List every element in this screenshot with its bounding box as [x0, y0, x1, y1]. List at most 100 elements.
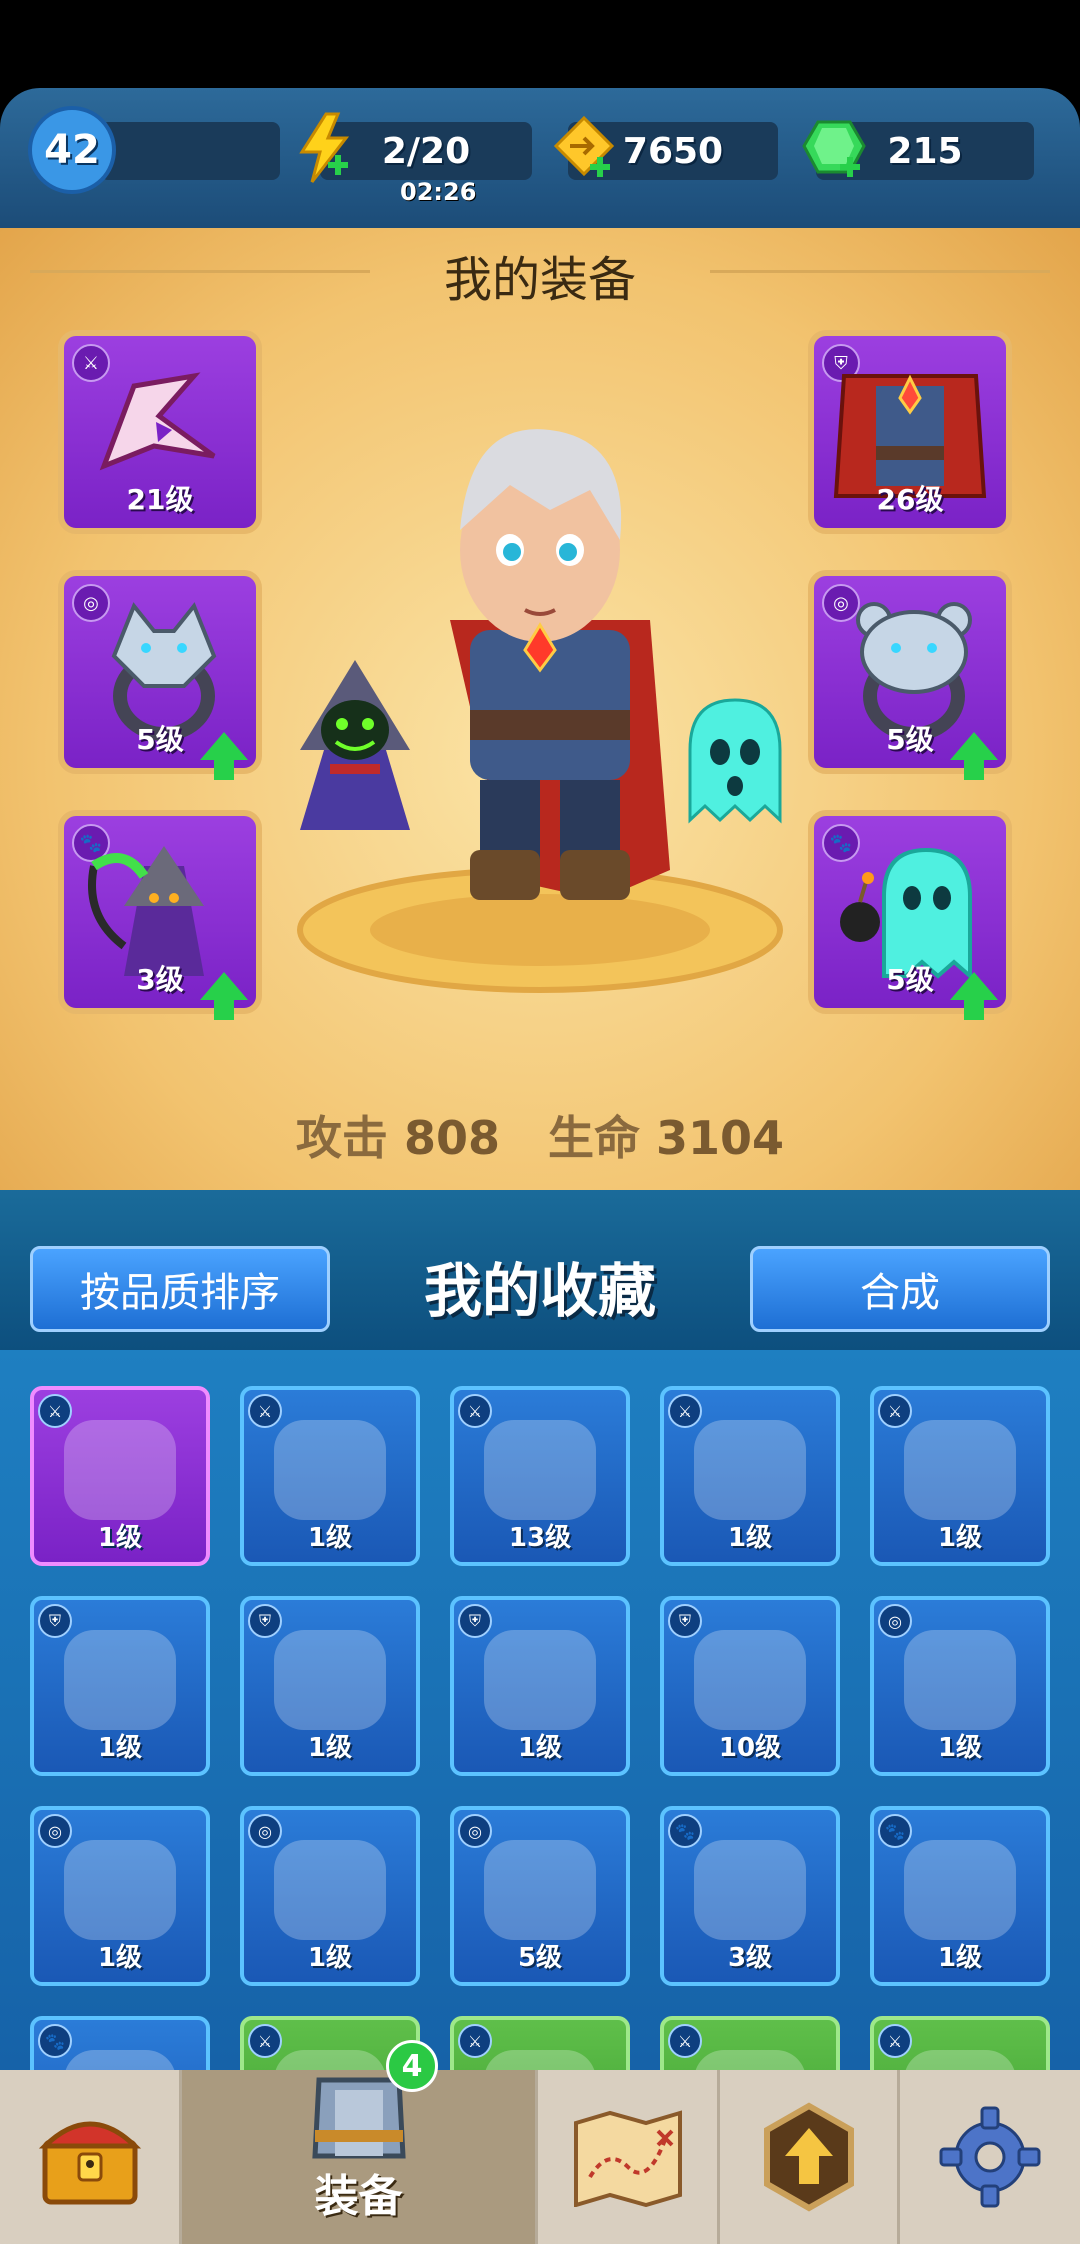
ring-type-icon: ◎: [38, 1814, 72, 1848]
xp-bar: [100, 122, 280, 180]
eagle-ring-icon: [64, 1840, 176, 1940]
nav-upgrade[interactable]: [720, 2070, 900, 2244]
item-level: 5级: [517, 1943, 563, 1973]
gem-value: 215: [887, 130, 963, 172]
collection-item[interactable]: ⚔ 1级: [240, 1386, 420, 1566]
bow-icon: [274, 1420, 386, 1520]
gold-coin-icon[interactable]: [552, 112, 616, 184]
item-level: 3级: [727, 1943, 773, 1973]
item-level: 13级: [508, 1523, 572, 1553]
collection-item[interactable]: ⚔: [450, 2016, 630, 2070]
armor-type-icon: ⛨: [458, 1604, 492, 1638]
item-level: 1级: [517, 1733, 563, 1763]
weapon-type-icon: ⚔: [668, 2024, 702, 2058]
collection-item[interactable]: ⛨ 1级: [450, 1596, 630, 1776]
gold-value: 7650: [622, 130, 724, 172]
upgrade-arrow-icon: [200, 972, 248, 1020]
armor-type-icon: ⛨: [38, 1604, 72, 1638]
energy-lightning-icon[interactable]: [292, 112, 356, 184]
weapon-type-icon: ⚔: [878, 2024, 912, 2058]
merge-button[interactable]: 合成: [750, 1246, 1050, 1332]
armor-type-icon: ⛨: [668, 1604, 702, 1638]
weapon-icon: [904, 2050, 1016, 2070]
hero-stats: 攻击 808 生命 3104: [0, 1102, 1080, 1168]
snake-ring-icon: [484, 1840, 596, 1940]
gold-armor-icon: [64, 1630, 176, 1730]
weapon-type-icon: ⚔: [248, 2024, 282, 2058]
pet-type-icon: 🐾: [878, 1814, 912, 1848]
equip-slot-ring-2[interactable]: ◎ 5级: [808, 570, 1012, 780]
collection-item[interactable]: 🐾: [30, 2016, 210, 2070]
collection-item[interactable]: ⛨ 10级: [660, 1596, 840, 1776]
equip-slot-pet-2[interactable]: 🐾 5级: [808, 810, 1012, 1020]
green-gem-icon[interactable]: [802, 112, 866, 184]
item-level: 1级: [937, 1943, 983, 1973]
weapon-type-icon: ⚔: [38, 1394, 72, 1428]
weapon-type-icon: ⚔: [458, 2024, 492, 2058]
equip-slot-ring[interactable]: ◎ 5级: [58, 570, 262, 780]
attack-value: 808: [403, 1111, 500, 1165]
map-icon: [573, 2110, 682, 2207]
collection-item[interactable]: ⚔ 1级: [660, 1386, 840, 1566]
collection-item[interactable]: ◎ 5级: [450, 1806, 630, 1986]
reaper-pet-companion: [300, 660, 410, 830]
equip-slot-weapon[interactable]: ⚔ 21级: [58, 330, 262, 534]
slot-level: 21级: [126, 483, 194, 516]
red-cape-armor-icon: [694, 1630, 806, 1730]
ghost-pet-companion: [688, 698, 782, 824]
ring-type-icon: ◎: [458, 1814, 492, 1848]
sword-icon: [694, 1420, 806, 1520]
collection-item[interactable]: ⚔: [870, 2016, 1050, 2070]
collection-item[interactable]: 🐾 1级: [870, 1806, 1050, 1986]
nav-equipment-label: 装备: [314, 2171, 403, 2222]
nav-equipment[interactable]: 装备: [182, 2070, 538, 2244]
weapon-type-icon: ⚔: [668, 1394, 702, 1428]
equipment-title: 我的装备: [443, 252, 636, 308]
nav-map[interactable]: [538, 2070, 720, 2244]
pet-icon: [64, 2050, 176, 2070]
weapon-type-icon: ⚔: [878, 1394, 912, 1428]
scythe-icon: [484, 1420, 596, 1520]
bottom-navbar: 装备: [0, 2070, 1080, 2244]
equip-slot-pet[interactable]: 🐾 3级: [58, 810, 262, 1020]
merge-button-label: 合成: [860, 1270, 940, 1316]
weapon-icon: [484, 2050, 596, 2070]
equip-slot-armor[interactable]: ⛨ 26级: [808, 330, 1012, 534]
collection-item[interactable]: ⚔ 1级: [30, 1386, 210, 1566]
item-level: 1级: [727, 1523, 773, 1553]
fairy-pet-icon: [694, 1840, 806, 1940]
player-level-badge[interactable]: 42: [28, 106, 116, 194]
hp-value: 3104: [656, 1111, 785, 1165]
item-level: 1级: [97, 1733, 143, 1763]
weapon-icon: [694, 2050, 806, 2070]
collection-item[interactable]: ◎ 1级: [30, 1806, 210, 1986]
gear-icon: [939, 2106, 1041, 2208]
nav-settings[interactable]: [900, 2070, 1080, 2244]
collection-item[interactable]: ⚔ 1级: [870, 1386, 1050, 1566]
nav-shop[interactable]: [0, 2070, 182, 2244]
upgrade-arrow-icon: [200, 732, 248, 780]
energy-value: 2/20: [381, 130, 471, 172]
collection-item[interactable]: ⚔: [660, 2016, 840, 2070]
collection-item[interactable]: 🐾 3级: [660, 1806, 840, 1986]
hp-label: 生命: [548, 1111, 641, 1165]
energy-timer: 02:26: [400, 178, 477, 206]
item-level: 1级: [307, 1523, 353, 1553]
armor-type-icon: ⛨: [248, 1604, 282, 1638]
collection-item[interactable]: ⚔ 13级: [450, 1386, 630, 1566]
red-cape-armor-icon: [484, 1630, 596, 1730]
item-level: 1级: [937, 1523, 983, 1553]
claw-blade-icon: [64, 1420, 176, 1520]
eagle-ring-icon: [274, 1840, 386, 1940]
upgrade-arrow-icon: [950, 972, 998, 1020]
ghost-bomb-pet-icon: [904, 1840, 1016, 1940]
item-level: 1级: [97, 1943, 143, 1973]
equipment-badge: 4: [386, 2040, 438, 2092]
ring-type-icon: ◎: [248, 1814, 282, 1848]
collection-item[interactable]: ⛨ 1级: [30, 1596, 210, 1776]
upgrade-arrow-icon: [763, 2102, 854, 2212]
item-level: 1级: [307, 1943, 353, 1973]
collection-item[interactable]: ◎ 1级: [240, 1806, 420, 1986]
collection-item[interactable]: ◎ 1级: [870, 1596, 1050, 1776]
collection-item[interactable]: ⛨ 1级: [240, 1596, 420, 1776]
